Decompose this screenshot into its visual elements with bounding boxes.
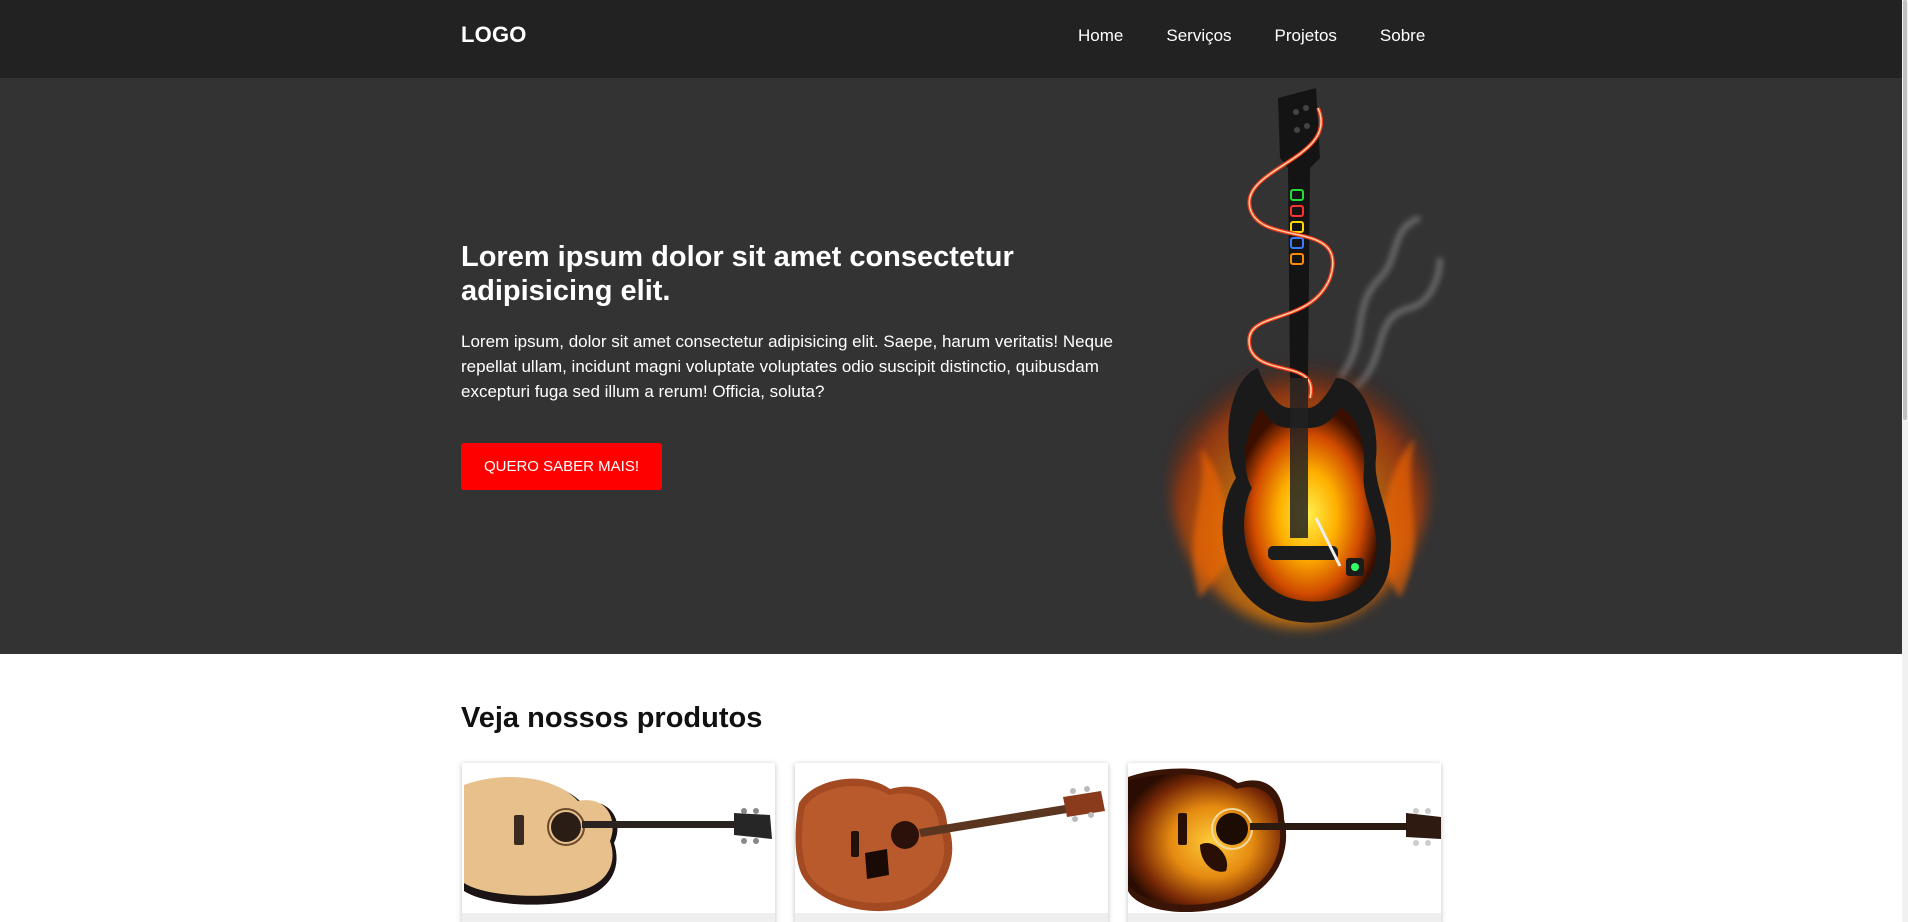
nav-servicos[interactable]: Serviços xyxy=(1166,25,1231,47)
page-scrollbar[interactable] xyxy=(1902,0,1908,922)
card-footer xyxy=(795,913,1108,922)
card-footer xyxy=(462,913,775,922)
nav-sobre[interactable]: Sobre xyxy=(1380,25,1425,47)
product-card-3[interactable] xyxy=(1128,763,1441,922)
hero-text: Lorem ipsum, dolor sit amet consectetur … xyxy=(461,332,1113,401)
scrollbar-thumb[interactable] xyxy=(1903,0,1907,420)
logo[interactable]: LOGO xyxy=(461,22,527,48)
products-title: Veja nossos produtos xyxy=(461,702,763,734)
card-footer xyxy=(1128,913,1441,922)
product-cards xyxy=(462,763,1442,922)
product-card-2[interactable] xyxy=(795,763,1108,922)
mahogany-acoustic-guitar-image xyxy=(795,763,1108,913)
nav-home[interactable]: Home xyxy=(1078,25,1123,47)
cta-button[interactable]: QUERO SABER MAIS! xyxy=(461,443,662,490)
natural-acoustic-guitar-image xyxy=(462,763,775,913)
sunburst-acoustic-guitar-image xyxy=(1128,763,1441,913)
flaming-guitar-image xyxy=(1170,88,1443,628)
main-nav: Home Serviços Projetos Sobre xyxy=(1078,25,1425,47)
site-header: LOGO Home Serviços Projetos Sobre xyxy=(0,0,1902,78)
product-card-1[interactable] xyxy=(462,763,775,922)
hero-section: Lorem ipsum dolor sit amet consectetur a… xyxy=(0,78,1902,654)
nav-projetos[interactable]: Projetos xyxy=(1275,25,1337,47)
hero-title: Lorem ipsum dolor sit amet consectetur a… xyxy=(461,241,1014,307)
